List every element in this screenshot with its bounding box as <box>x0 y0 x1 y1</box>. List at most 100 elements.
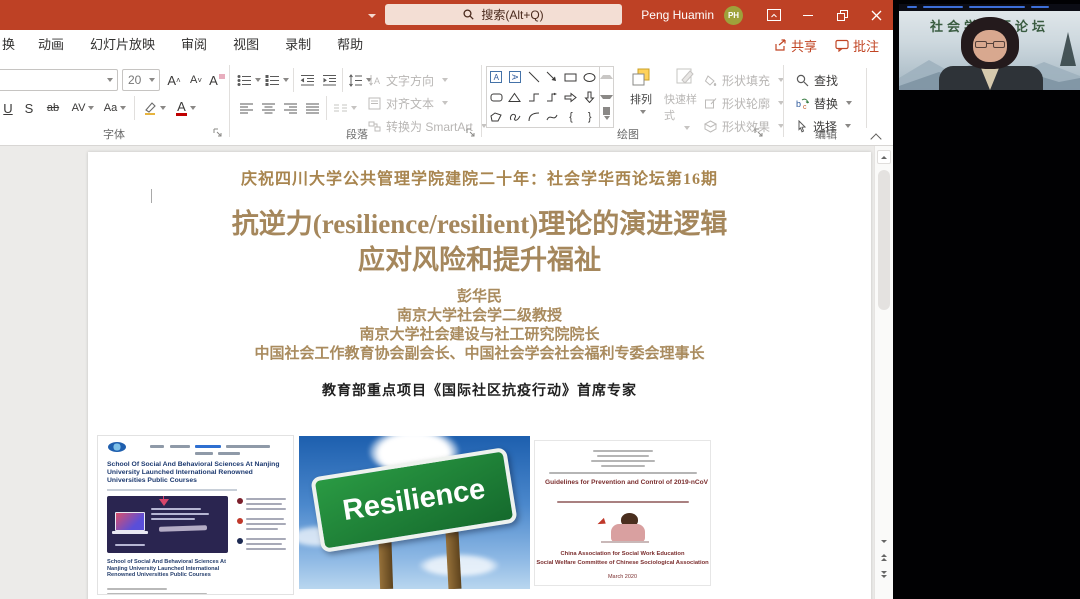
shape-textbox-vertical[interactable]: A <box>506 67 525 87</box>
tab-view[interactable]: 视图 <box>220 30 272 60</box>
highlight-line[interactable]: 教育部重点项目《国际社区抗疫行动》首席专家 <box>88 380 871 400</box>
doc-footer-line2: Social Welfare Committee of Chinese Soci… <box>535 560 710 566</box>
decrease-indent-button[interactable] <box>297 69 317 91</box>
scrollbar-thumb[interactable] <box>878 170 890 310</box>
search-box[interactable]: 搜索(Alt+Q) <box>385 4 622 25</box>
align-center-button[interactable] <box>258 97 278 119</box>
resilience-sign-image[interactable]: Resilience <box>299 436 530 589</box>
change-case-button[interactable]: Aa <box>100 97 130 119</box>
shape-scribble[interactable] <box>506 107 525 127</box>
drawing-dialog-launcher[interactable] <box>754 128 763 140</box>
close-icon <box>871 10 882 21</box>
text-direction-icon: A <box>368 74 381 87</box>
bullets-button[interactable] <box>236 69 262 91</box>
shape-arrow-down[interactable] <box>580 87 599 107</box>
previous-slide-button[interactable] <box>877 550 891 564</box>
paragraph-dialog-launcher[interactable] <box>466 128 475 140</box>
font-size-combobox[interactable]: 20 <box>122 69 160 91</box>
scroll-down-button[interactable] <box>877 534 891 548</box>
align-right-icon <box>283 102 298 115</box>
ribbon-display-options-button[interactable] <box>757 0 791 30</box>
author-block[interactable]: 彭华民 南京大学社会学二级教授 南京大学社会建设与社工研究院院长 中国社会工作教… <box>88 288 871 364</box>
share-button[interactable]: 共享 <box>774 36 817 55</box>
tab-slideshow[interactable]: 幻灯片放映 <box>77 30 168 60</box>
numbering-button[interactable] <box>264 69 290 91</box>
shape-arrow[interactable] <box>543 67 562 87</box>
website-screenshot-image[interactable]: School Of Social And Behavioral Sciences… <box>97 435 294 595</box>
slide-title-line1[interactable]: 抗逆力(resilience/resilient)理论的演进逻辑 <box>88 202 871 241</box>
collapse-ribbon-button[interactable] <box>872 134 880 146</box>
text-shadow-icon: S <box>25 101 34 116</box>
font-name-combobox[interactable] <box>0 69 118 91</box>
underline-icon: U <box>3 101 12 116</box>
shape-oval[interactable] <box>580 67 599 87</box>
restore-button[interactable] <box>825 0 859 30</box>
text-direction-button[interactable]: A 文字方向 <box>368 70 448 90</box>
gallery-more-button[interactable] <box>600 107 613 127</box>
slide-kicker[interactable]: 庆祝四川大学公共管理学院建院二十年：社会学华西论坛第16期 <box>88 165 871 189</box>
avatar[interactable]: PH <box>724 6 743 25</box>
shape-triangle[interactable] <box>506 87 525 107</box>
lamp-shape <box>159 499 169 506</box>
doc-subtitle-bar <box>557 501 689 503</box>
align-right-button[interactable] <box>280 97 300 119</box>
shape-fill-button[interactable]: 形状填充 <box>704 70 784 90</box>
align-text-button[interactable]: 对齐文本 <box>368 93 448 113</box>
replace-button[interactable]: bc 替换 <box>796 93 852 113</box>
close-button[interactable] <box>859 0 893 30</box>
text-highlight-button[interactable] <box>140 97 168 119</box>
font-dialog-launcher[interactable] <box>213 128 222 140</box>
triangle-icon <box>508 92 521 103</box>
shape-line[interactable] <box>524 67 543 87</box>
shape-elbow-connector[interactable] <box>524 87 543 107</box>
webcam-video[interactable]: 社会学华西论坛 <box>899 4 1080 90</box>
scroll-up-button[interactable] <box>877 150 891 164</box>
comments-button[interactable]: 批注 <box>835 36 879 55</box>
text-shadow-button[interactable]: S <box>20 97 38 119</box>
next-slide-button[interactable] <box>877 567 891 581</box>
tab-animations[interactable]: 动画 <box>25 30 77 60</box>
quick-styles-button[interactable]: 快速样式 <box>664 66 706 130</box>
shape-textbox-horizontal[interactable]: A <box>487 67 506 87</box>
shape-rectangle[interactable] <box>562 67 581 87</box>
slide-canvas[interactable]: 庆祝四川大学公共管理学院建院二十年：社会学华西论坛第16期 抗逆力(resili… <box>88 152 871 599</box>
tab-review[interactable]: 审阅 <box>168 30 220 60</box>
vertical-scrollbar[interactable] <box>874 146 893 599</box>
shape-arc[interactable] <box>524 107 543 127</box>
guideline-document-image[interactable]: Guidelines for Prevention and Control of… <box>534 440 711 586</box>
strikethrough-button[interactable]: ab <box>42 97 64 119</box>
shrink-font-button[interactable]: A˅ <box>186 69 206 91</box>
grow-font-button[interactable]: A˄ <box>164 69 184 91</box>
justify-button[interactable] <box>302 97 322 119</box>
font-color-button[interactable]: A <box>172 97 200 119</box>
minimize-button[interactable] <box>791 0 825 30</box>
shape-curve[interactable] <box>543 107 562 127</box>
shape-freeform[interactable] <box>487 107 506 127</box>
gallery-scroll-up-button[interactable] <box>600 67 613 87</box>
shape-left-brace[interactable]: { <box>562 107 581 127</box>
underline-button[interactable]: U <box>0 97 16 119</box>
autosave-dropdown-caret-icon[interactable] <box>368 14 376 18</box>
clear-formatting-button[interactable]: A <box>208 69 226 91</box>
increase-indent-button[interactable] <box>319 69 339 91</box>
shape-right-brace[interactable]: } <box>580 107 599 127</box>
find-button[interactable]: 查找 <box>796 70 838 90</box>
align-left-button[interactable] <box>236 97 256 119</box>
tab-transitions-partial[interactable]: 换 <box>0 30 25 60</box>
arrange-button[interactable]: 排列 <box>620 66 662 130</box>
group-divider <box>481 65 482 137</box>
shape-arrow-right[interactable] <box>562 87 581 107</box>
columns-button[interactable] <box>331 97 359 119</box>
character-spacing-button[interactable]: AV <box>68 97 98 119</box>
shape-outline-label: 形状轮廓 <box>722 95 770 112</box>
font-size-value: 20 <box>128 73 141 87</box>
shape-outline-button[interactable]: 形状轮廓 <box>704 93 784 113</box>
bullets-icon <box>237 74 252 87</box>
tab-record[interactable]: 录制 <box>272 30 324 60</box>
gallery-scroll-down-button[interactable] <box>600 87 613 107</box>
user-name[interactable]: Peng Huamin <box>641 8 714 22</box>
shape-elbow-arrow-connector[interactable] <box>543 87 562 107</box>
slide-title-line2[interactable]: 应对风险和提升福祉 <box>88 238 871 277</box>
tab-help[interactable]: 帮助 <box>324 30 376 60</box>
shape-rounded-rectangle[interactable] <box>487 87 506 107</box>
